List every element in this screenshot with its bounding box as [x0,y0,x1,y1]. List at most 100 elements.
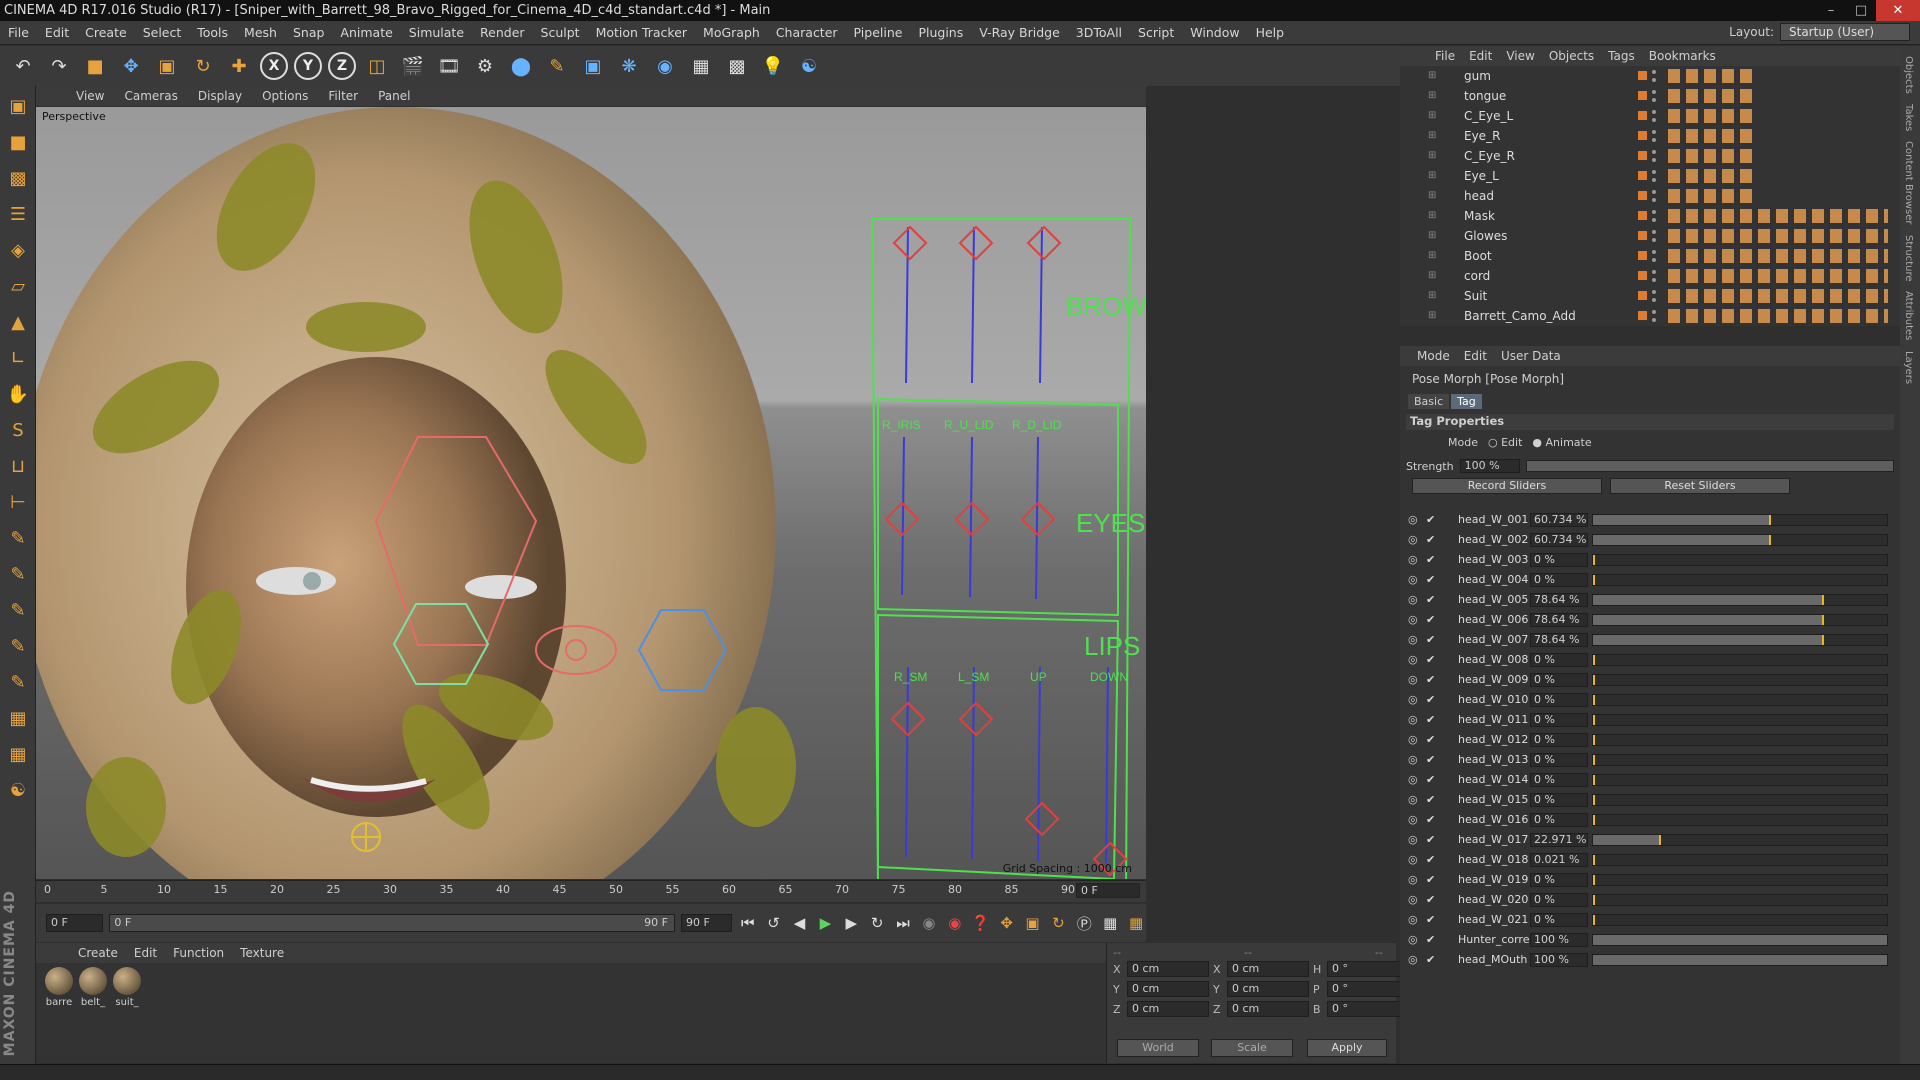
morph-enable-checkbox[interactable]: ✔ [1426,652,1435,668]
planar-workplane-icon[interactable]: ✎ [2,522,34,554]
expand-icon[interactable]: ⊞ [1428,286,1436,306]
current-frame-field[interactable]: 0 F [1076,883,1140,898]
morph-eye-icon[interactable]: ◎ [1408,832,1418,848]
morph-enable-checkbox[interactable]: ✔ [1426,772,1435,788]
move-icon[interactable]: ✥ [116,51,146,81]
morph-eye-icon[interactable]: ◎ [1408,552,1418,568]
coordinate-field[interactable]: 0 cm [1127,981,1209,997]
morph-slider[interactable] [1592,954,1888,966]
coordinate-field[interactable]: 0 cm [1227,1001,1309,1017]
layer-color-icon[interactable] [1638,191,1647,200]
polygons-mode-icon[interactable]: ▲ [2,306,34,338]
side-tab[interactable]: Content Browser [1903,141,1914,224]
side-tab[interactable]: Takes [1903,104,1914,131]
scale-icon[interactable]: ▣ [152,51,182,81]
light-icon[interactable]: 💡 [758,51,788,81]
menu-item[interactable]: Help [1248,25,1293,40]
visibility-dots-icon[interactable] [1652,310,1656,322]
object-row[interactable]: ⊞ C_Eye_R [1400,146,1900,166]
morph-value-field[interactable]: 0 % [1530,893,1588,907]
morph-value-field[interactable]: 0 % [1530,773,1588,787]
y-axis-lock[interactable]: Y [294,52,322,80]
menu-item[interactable]: 3DToAll [1068,25,1130,40]
morph-value-field[interactable]: 78.64 % [1530,593,1588,607]
object-tags[interactable] [1668,309,1888,323]
object-menu-item[interactable]: Bookmarks [1642,49,1723,63]
object-name[interactable]: Mask [1464,206,1495,226]
morph-value-field[interactable]: 78.64 % [1530,613,1588,627]
morph-eye-icon[interactable]: ◎ [1408,732,1418,748]
object-row[interactable]: ⊞ Suit [1400,286,1900,306]
object-tags[interactable] [1668,269,1888,283]
layer-color-icon[interactable] [1638,71,1647,80]
rotate-icon[interactable]: ↻ [188,51,218,81]
morph-value-field[interactable]: 0 % [1530,653,1588,667]
morph-enable-checkbox[interactable]: ✔ [1426,872,1435,888]
object-tags[interactable] [1668,149,1754,163]
go-to-end-icon[interactable]: ⏭ [893,911,913,935]
coordinate-field[interactable]: 0 cm [1227,981,1309,997]
morph-value-field[interactable]: 100 % [1530,953,1588,967]
morph-enable-checkbox[interactable]: ✔ [1426,932,1435,948]
expand-icon[interactable]: ⊞ [1428,126,1436,146]
morph-eye-icon[interactable]: ◎ [1408,512,1418,528]
object-name[interactable]: Glowes [1464,226,1507,246]
object-row[interactable]: ⊞ Eye_R [1400,126,1900,146]
morph-eye-icon[interactable]: ◎ [1408,772,1418,788]
menu-item[interactable]: Render [472,25,533,40]
points-mode-icon[interactable]: ◈ [2,234,34,266]
morph-eye-icon[interactable]: ◎ [1408,592,1418,608]
morph-value-field[interactable]: 0 % [1530,913,1588,927]
object-name[interactable]: gum [1464,66,1491,86]
undo-icon[interactable]: ↶ [8,51,38,81]
magnet-icon[interactable]: ⊔ [2,450,34,482]
morph-eye-icon[interactable]: ◎ [1408,692,1418,708]
mode-edit-radio[interactable]: ○ Edit [1488,436,1522,449]
morph-value-field[interactable]: 0 % [1530,573,1588,587]
help-key-icon[interactable]: ❓ [971,911,991,935]
expand-icon[interactable]: ⊞ [1428,146,1436,166]
object-name[interactable]: C_Eye_L [1464,106,1513,126]
object-row[interactable]: ⊞ tongue [1400,86,1900,106]
key-rotation-icon[interactable]: ↻ [1048,911,1068,935]
morph-enable-checkbox[interactable]: ✔ [1426,792,1435,808]
morph-enable-checkbox[interactable]: ✔ [1426,892,1435,908]
menu-item[interactable]: Animate [332,25,400,40]
morph-slider[interactable] [1592,894,1888,906]
mode-animate-radio[interactable]: ● Animate [1532,436,1591,449]
coordinate-system-select[interactable]: World [1117,1039,1199,1057]
layer-color-icon[interactable] [1638,151,1647,160]
layer-color-icon[interactable] [1638,271,1647,280]
texture-mode-icon[interactable]: ▩ [2,162,34,194]
layer-color-icon[interactable] [1638,111,1647,120]
morph-slider[interactable] [1592,794,1888,806]
layer-color-icon[interactable] [1638,211,1647,220]
object-tags[interactable] [1668,229,1888,243]
play-icon[interactable]: ▶ [815,911,835,935]
expand-icon[interactable]: ⊞ [1428,206,1436,226]
workplane-icon[interactable]: ☰ [2,198,34,230]
morph-value-field[interactable]: 0 % [1530,553,1588,567]
key-param-icon[interactable]: Ⓟ [1074,911,1094,935]
morph-value-field[interactable]: 0 % [1530,753,1588,767]
layer-color-icon[interactable] [1638,131,1647,140]
morph-slider[interactable] [1592,734,1888,746]
expand-icon[interactable]: ⊞ [1428,246,1436,266]
morph-slider[interactable] [1592,554,1888,566]
object-menu-item[interactable]: File [1428,49,1462,63]
object-row[interactable]: ⊞ Glowes [1400,226,1900,246]
menu-item[interactable]: File [0,25,37,40]
object-menu-item[interactable]: Edit [1462,49,1499,63]
object-tags[interactable] [1668,69,1754,83]
morph-slider[interactable] [1592,934,1888,946]
transform-icon[interactable]: ✚ [224,51,254,81]
morph-enable-checkbox[interactable]: ✔ [1426,692,1435,708]
morph-slider[interactable] [1592,614,1888,626]
brush-icon[interactable]: ✎ [2,666,34,698]
viewport-menu-item[interactable]: Options [252,89,318,103]
visibility-dots-icon[interactable] [1652,70,1656,82]
menu-item[interactable]: Window [1182,25,1247,40]
render-settings-icon[interactable]: ⚙ [470,51,500,81]
object-name[interactable]: Eye_R [1464,126,1500,146]
morph-enable-checkbox[interactable]: ✔ [1426,532,1435,548]
